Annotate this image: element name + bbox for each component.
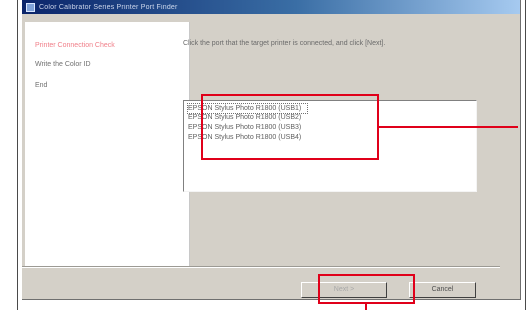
next-button-highlight-box [318,274,415,304]
next-button-callout-line [365,303,367,310]
step-write-color-id: Write the Color ID [35,61,91,68]
step-printer-connection-check: Printer Connection Check [35,42,115,49]
window-title: Color Calibrator Series Printer Port Fin… [39,3,178,11]
step-end: End [35,82,48,89]
cancel-button[interactable]: Cancel [409,282,476,298]
steps-panel: Printer Connection Check Write the Color… [25,22,190,266]
button-divider [22,266,500,268]
screenshot-page: Color Calibrator Series Printer Port Fin… [0,0,528,310]
app-icon [26,2,35,12]
port-list-highlight-box [201,94,379,160]
frame-line-right [525,0,526,310]
instruction-text: Click the port that the target printer i… [183,40,386,47]
title-bar[interactable]: Color Calibrator Series Printer Port Fin… [22,0,520,14]
frame-line-left [17,0,18,310]
port-list-callout-line [378,126,518,128]
